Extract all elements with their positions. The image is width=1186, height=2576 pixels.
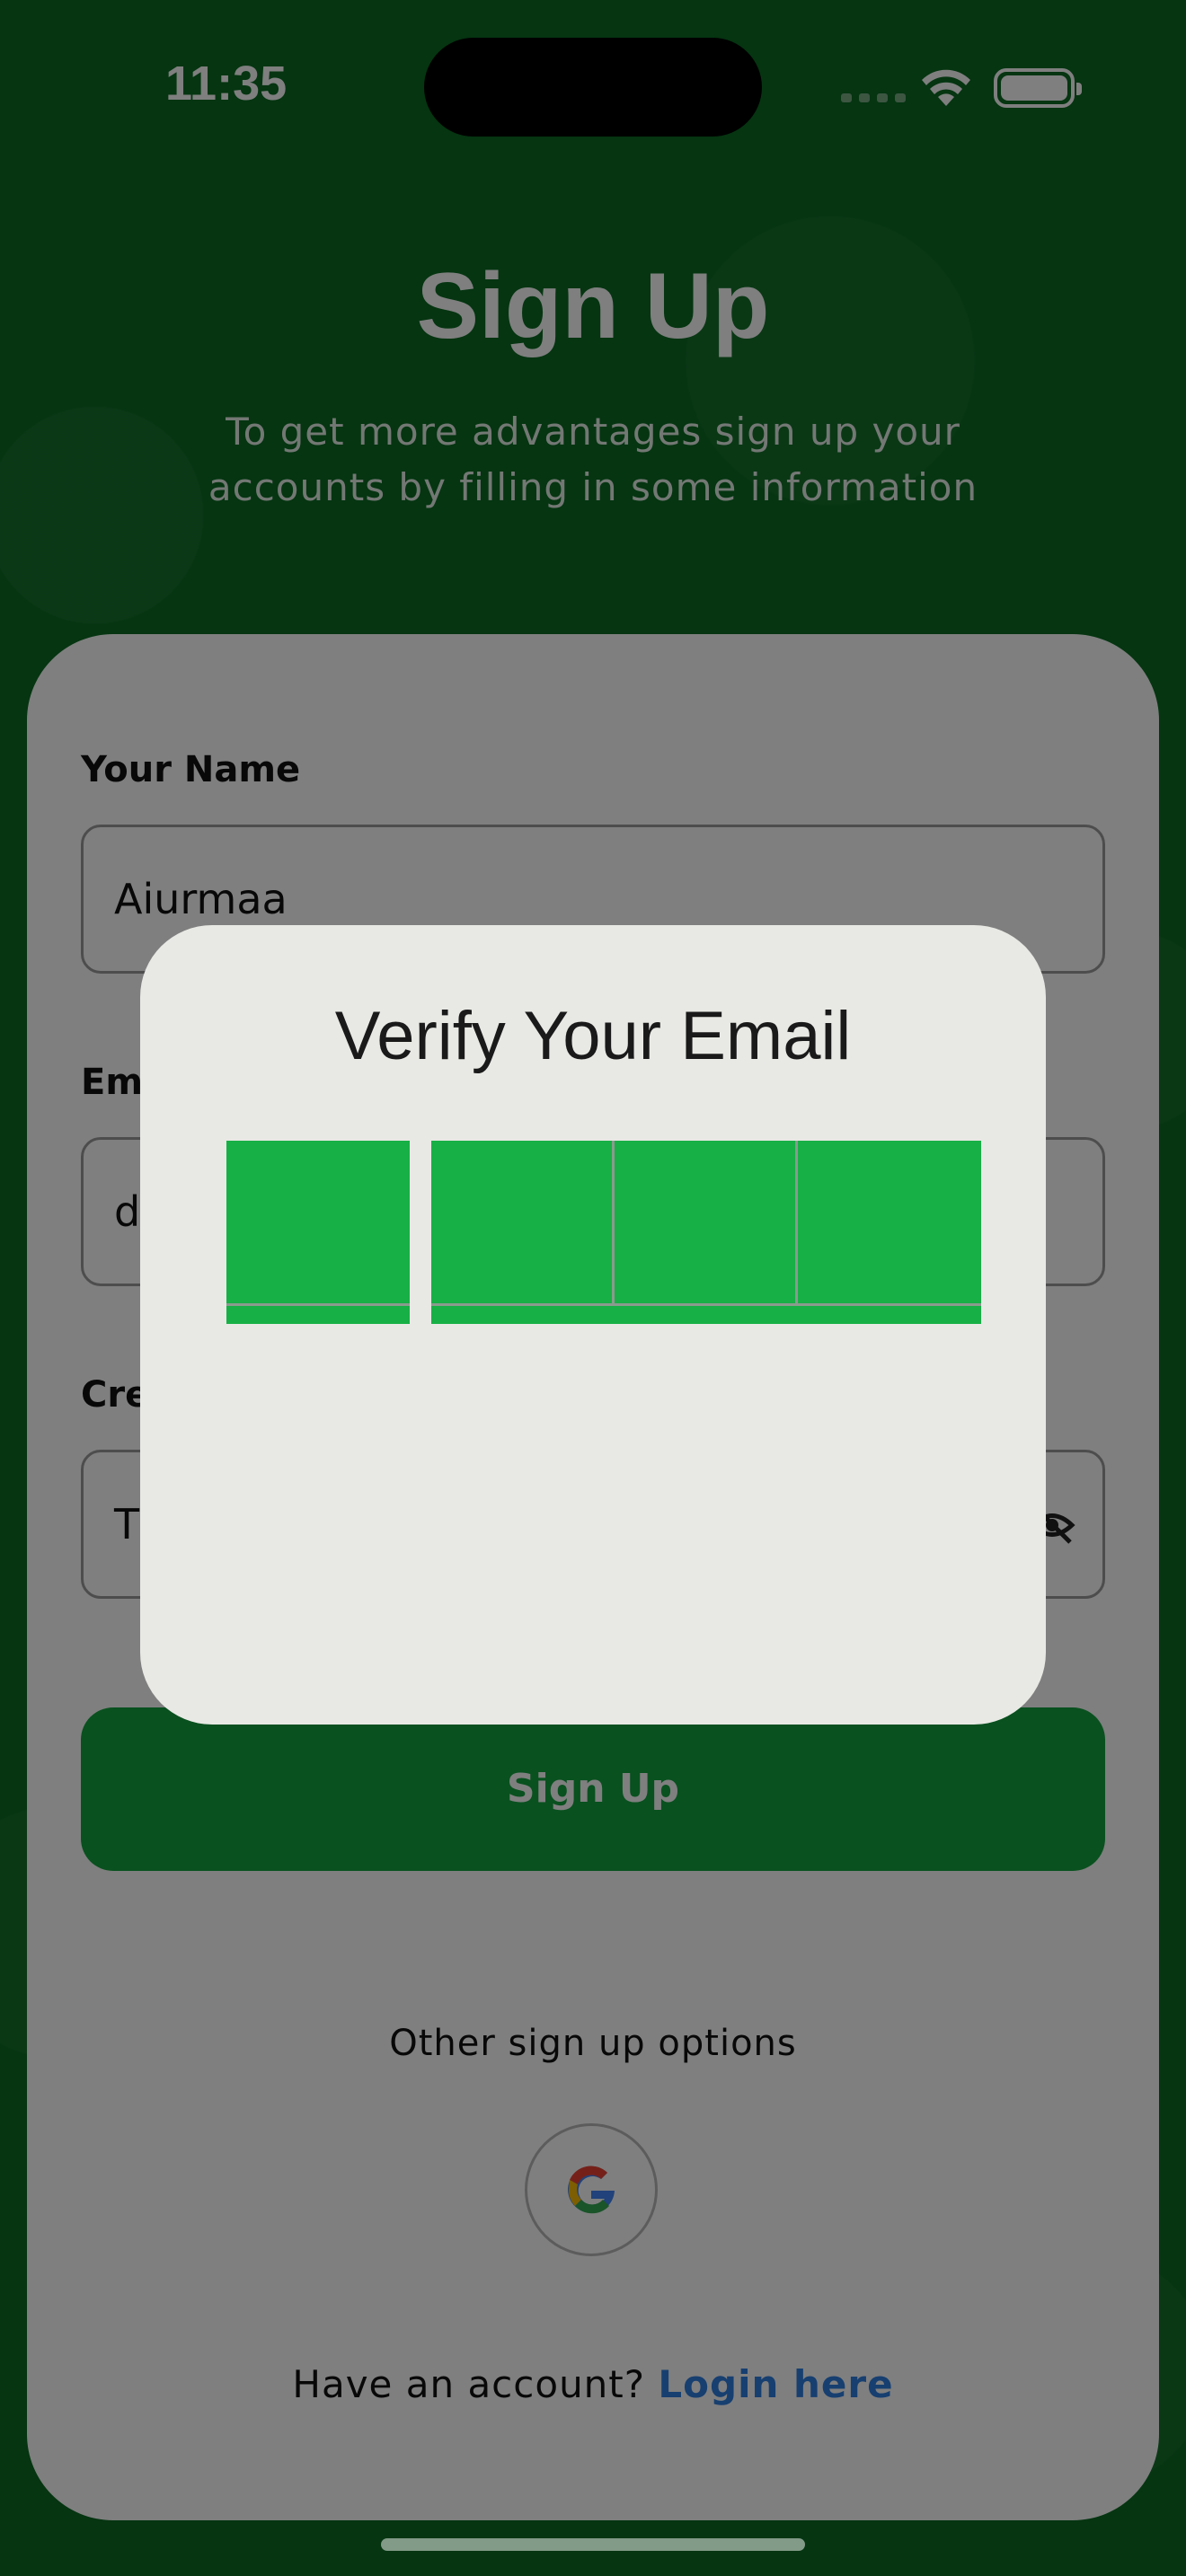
- otp-input-4[interactable]: [798, 1141, 981, 1306]
- otp-input-3[interactable]: [615, 1141, 798, 1306]
- verify-email-dialog: Verify Your Email: [140, 925, 1046, 1725]
- otp-input-2[interactable]: [431, 1141, 615, 1306]
- otp-group-first: [226, 1141, 410, 1324]
- dialog-title: Verify Your Email: [334, 998, 852, 1074]
- otp-group-rest: [431, 1141, 981, 1324]
- otp-input-1[interactable]: [226, 1141, 410, 1306]
- home-indicator[interactable]: [381, 2538, 805, 2551]
